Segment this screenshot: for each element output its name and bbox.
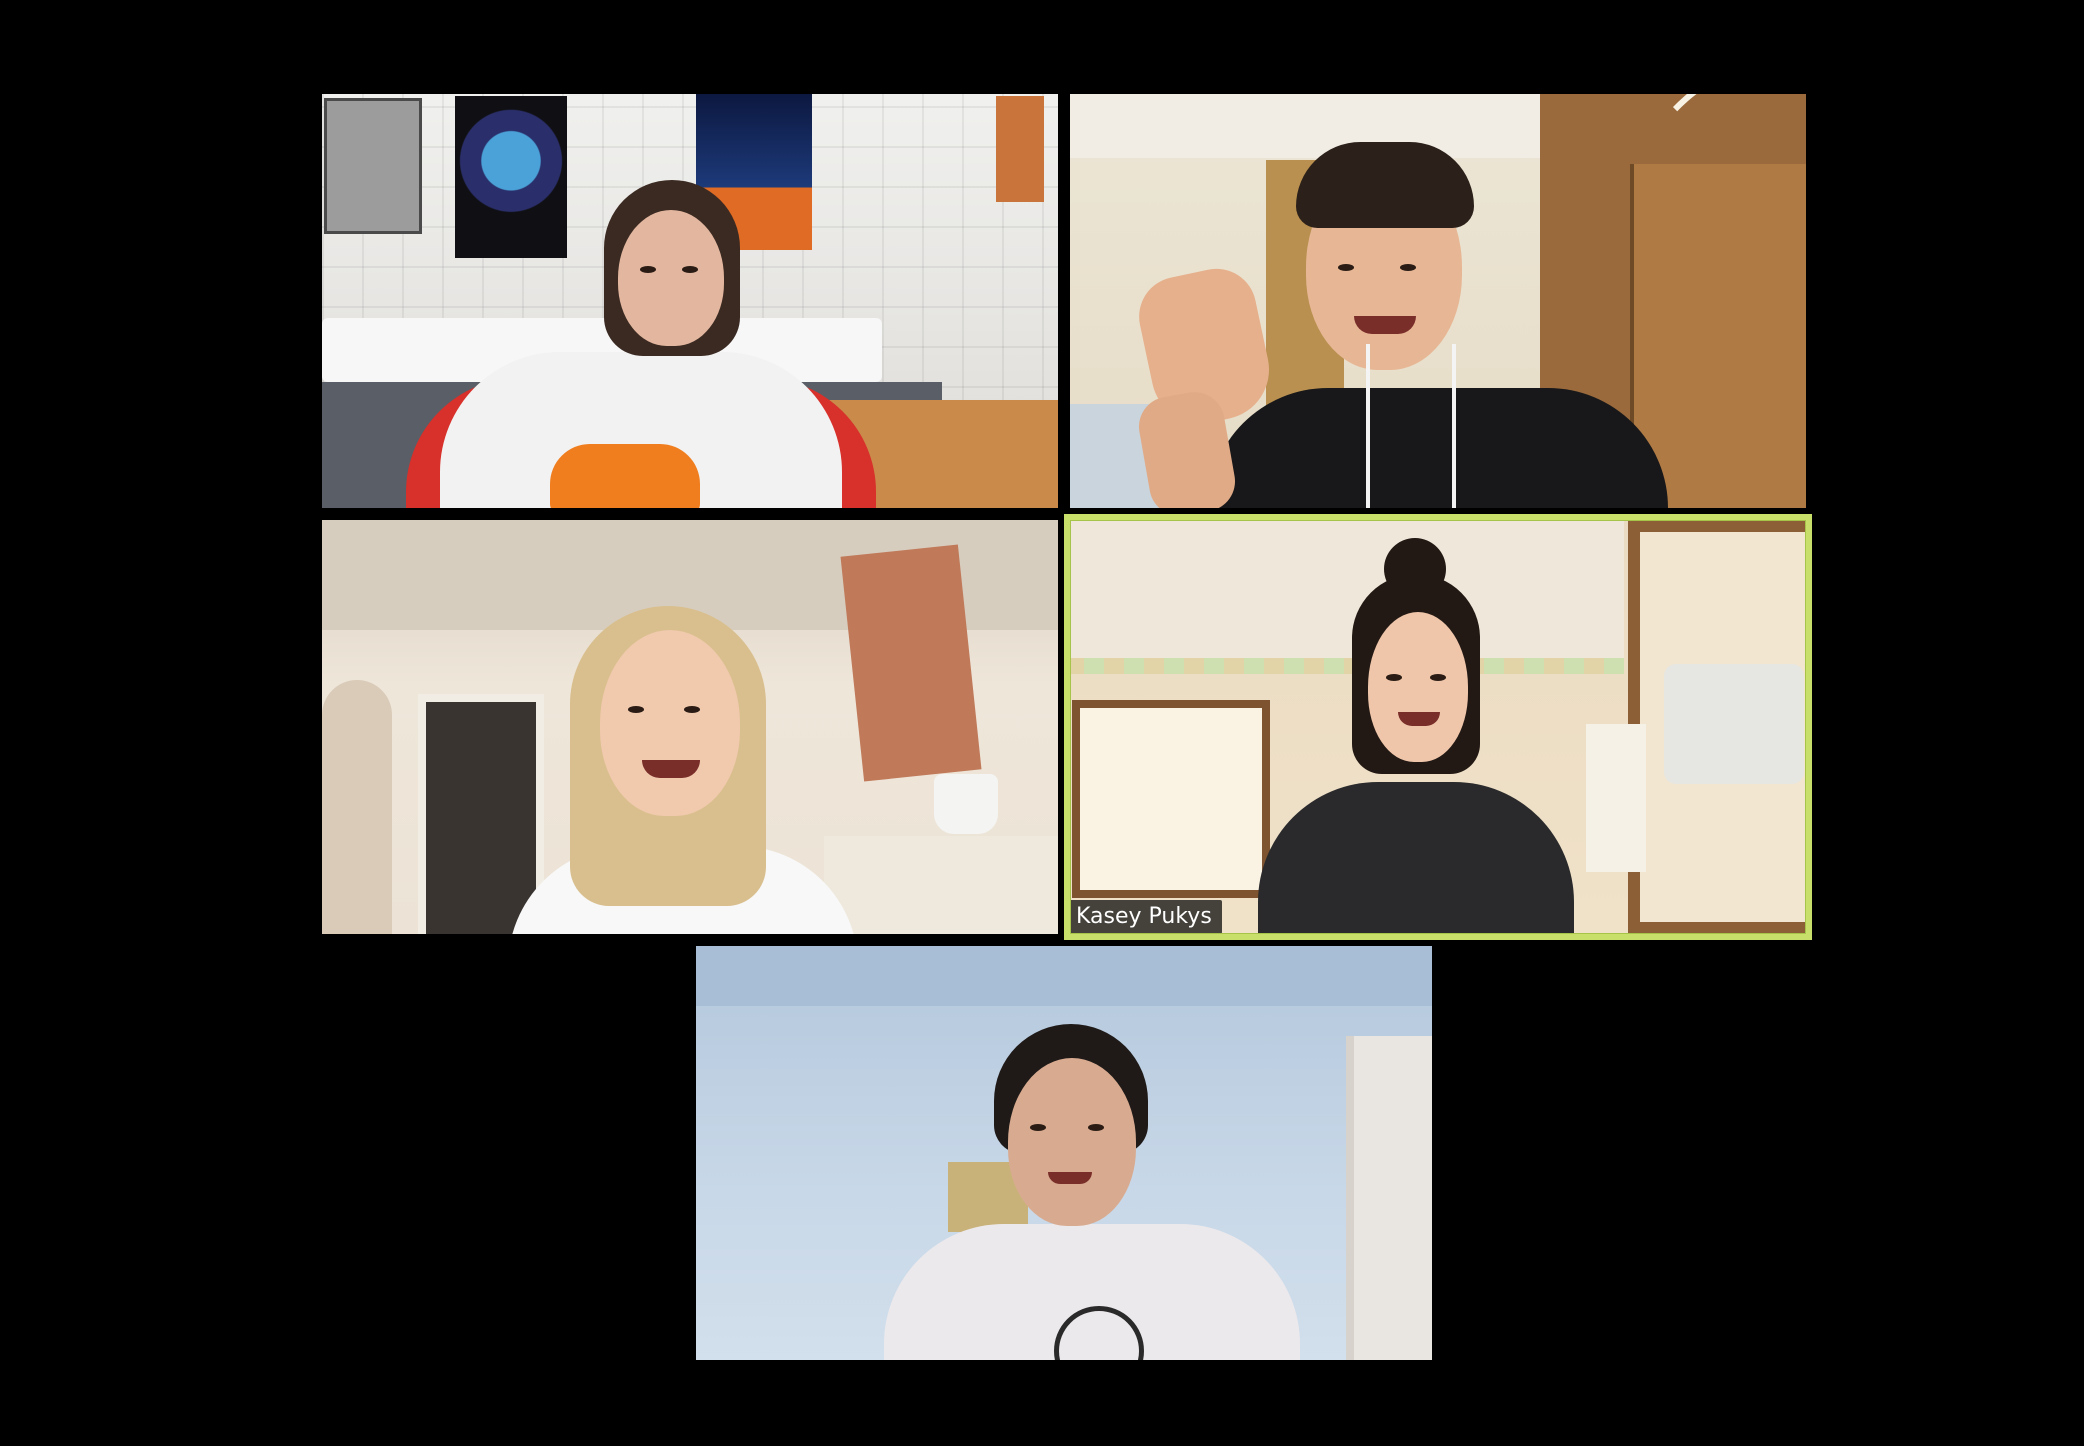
door: [1346, 1036, 1432, 1360]
eye: [1030, 1124, 1046, 1131]
owl-poster: [455, 96, 567, 258]
eye: [640, 266, 656, 273]
participant-face: [600, 630, 740, 816]
eye: [682, 266, 698, 273]
small-poster: [996, 96, 1044, 202]
earphone-wire: [1366, 344, 1370, 508]
smile: [1354, 316, 1416, 334]
eye: [1386, 674, 1402, 681]
eye: [684, 706, 700, 713]
participant-video-tile-5[interactable]: [696, 946, 1432, 1360]
ceiling: [1064, 514, 1624, 658]
eye: [1338, 264, 1354, 271]
shirt-graphic: [550, 444, 700, 508]
participant-video-tile-1[interactable]: [322, 94, 1058, 508]
hanging-planter: [934, 774, 998, 834]
participant-hair: [1296, 142, 1474, 228]
participant-name-label: Kasey Pukys: [1068, 900, 1222, 934]
desk: [822, 400, 1058, 508]
mouth: [1048, 1172, 1092, 1184]
wall-tapestry: [840, 544, 982, 782]
participant-body: [1258, 782, 1574, 940]
closet-door: [418, 694, 544, 934]
participant-face: [1008, 1058, 1136, 1226]
participant-video-tile-2[interactable]: [1070, 94, 1806, 508]
participant-face: [1368, 612, 1468, 762]
participant-video-tile-4[interactable]: Kasey Pukys: [1064, 514, 1812, 940]
wallpaper-border: [1064, 658, 1624, 674]
archway: [322, 680, 392, 934]
eye: [628, 706, 644, 713]
wall-sign: [1586, 724, 1646, 872]
smile: [642, 760, 700, 778]
participant-face: [618, 210, 724, 346]
box-fan: [1664, 664, 1804, 784]
video-gallery: Kasey Pukys: [0, 0, 2084, 1446]
eye: [1400, 264, 1416, 271]
participant-video-tile-3[interactable]: [322, 520, 1058, 934]
wall-poster: [324, 98, 422, 234]
dresser: [824, 836, 1058, 934]
eye: [1088, 1124, 1104, 1131]
hair-bun: [1384, 538, 1446, 600]
earphone-wire: [1452, 344, 1456, 508]
ceiling: [696, 946, 1432, 1006]
participant-body: [1208, 388, 1668, 508]
eye: [1430, 674, 1446, 681]
window: [1072, 700, 1270, 898]
